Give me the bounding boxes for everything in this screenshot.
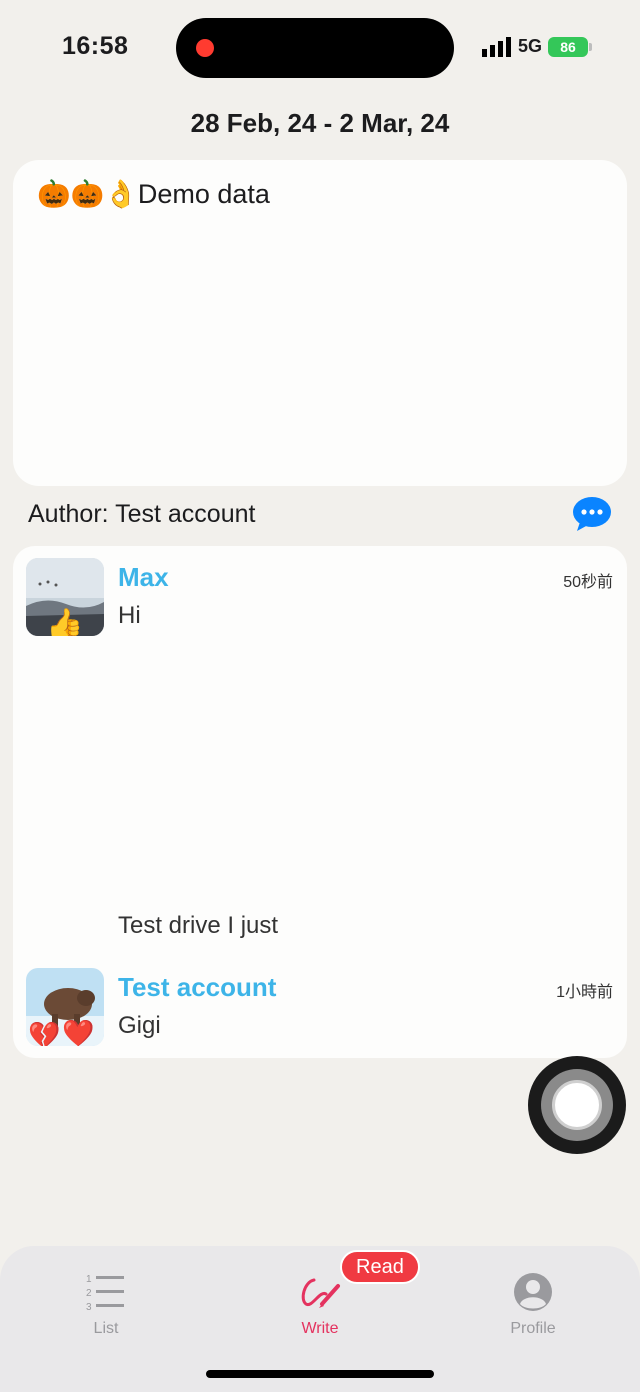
status-indicators: 5G 86 [481, 36, 592, 57]
comment-text: Gigi [118, 1012, 161, 1039]
person-icon [514, 1273, 552, 1311]
comment-text: Hi [118, 602, 141, 629]
tab-profile[interactable]: Profile [473, 1270, 593, 1338]
svg-text:2: 2 [86, 1288, 92, 1299]
comment-text: Test drive I just [118, 912, 279, 939]
tab-list[interactable]: 1 2 3 List [46, 1270, 166, 1338]
svg-text:3: 3 [86, 1302, 92, 1313]
dynamic-island [176, 18, 454, 78]
battery-level: 86 [560, 38, 576, 55]
signal-icon [481, 36, 511, 57]
comments-list: 👍 Max 50秒前 Hi Test drive I just 💔 ❤️ Tes… [13, 546, 627, 1058]
status-time: 16:58 [62, 32, 129, 60]
tab-label: List [93, 1320, 119, 1337]
avatar[interactable]: 👍 [26, 558, 104, 636]
status-bar: 16:58 5G 86 [0, 0, 640, 96]
avatar[interactable]: 💔 ❤️ [26, 968, 104, 1046]
tab-label: Profile [510, 1320, 556, 1337]
post-card: 🎃🎃👌Demo data [13, 160, 627, 486]
read-badge[interactable]: Read [340, 1250, 420, 1284]
tab-label: Write [301, 1320, 339, 1337]
comment-author[interactable]: Test account [118, 972, 276, 1003]
home-indicator[interactable] [206, 1370, 434, 1378]
post-text: 🎃🎃👌Demo data [37, 179, 270, 209]
network-label: 5G [517, 36, 542, 56]
author-row: Author: Test account [28, 496, 612, 532]
comment-author[interactable]: Max [118, 562, 169, 593]
date-range[interactable]: 28 Feb, 24 - 2 Mar, 24 [0, 108, 640, 139]
comment-icon[interactable] [572, 496, 612, 532]
pen-icon [301, 1278, 340, 1308]
recording-indicator [196, 39, 214, 57]
author-label: Author: Test account [28, 499, 256, 528]
svg-text:💔: 💔 [28, 1020, 61, 1046]
svg-text:1: 1 [86, 1274, 92, 1285]
assistive-touch-button[interactable] [528, 1056, 626, 1154]
comment-time: 50秒前 [563, 574, 613, 591]
svg-text:❤️: ❤️ [62, 1018, 95, 1046]
svg-text:👍: 👍 [46, 606, 83, 636]
list-icon: 1 2 3 [86, 1274, 124, 1313]
comment-time: 1小時前 [556, 984, 613, 1001]
battery-icon: 86 [548, 36, 592, 57]
